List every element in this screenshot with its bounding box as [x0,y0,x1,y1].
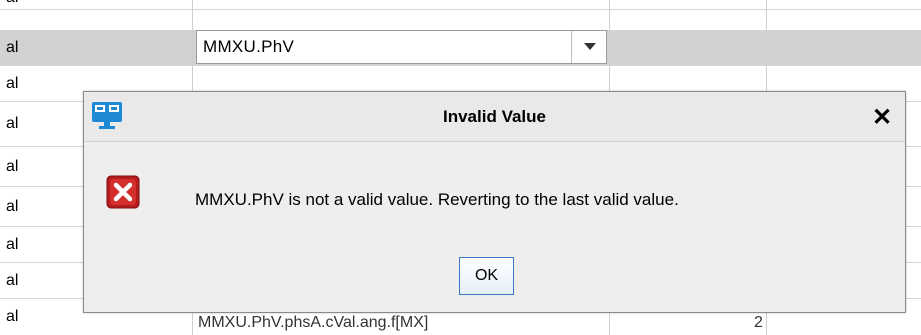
table-cell: al [6,235,19,253]
table-cell: al [6,271,19,289]
table-cell-text: MMXU.PhV.phsA.cVal.ang.f[MX] [198,314,429,331]
table-row[interactable]: al [0,0,921,10]
table-cell: al [6,308,19,325]
chevron-down-icon [583,43,596,50]
table-cell: al [6,115,19,132]
dialog-title: Invalid Value [443,107,546,126]
table-cell: al [6,38,19,56]
close-icon: ✕ [871,103,893,131]
ok-button[interactable]: OK [459,257,514,295]
value-combo-box[interactable]: MMXU.PhV [196,30,607,64]
table-cell: al [6,157,19,175]
table-cell: al [6,197,19,215]
close-button[interactable]: ✕ [867,102,897,132]
combo-value: MMXU.PhV [203,37,295,56]
table-cell-number: 2 [754,314,763,331]
table-cell: al [6,0,18,9]
dialog-message: MMXU.PhV is not a valid value. Reverting… [195,190,679,209]
error-x-icon [106,175,140,209]
combo-dropdown-button[interactable] [571,31,607,63]
dialog-titlebar[interactable]: Invalid Value ✕ [84,92,905,142]
table-cell: al [6,74,19,92]
invalid-value-dialog: Invalid Value ✕ MMXU.PhV is not a valid … [83,91,906,313]
